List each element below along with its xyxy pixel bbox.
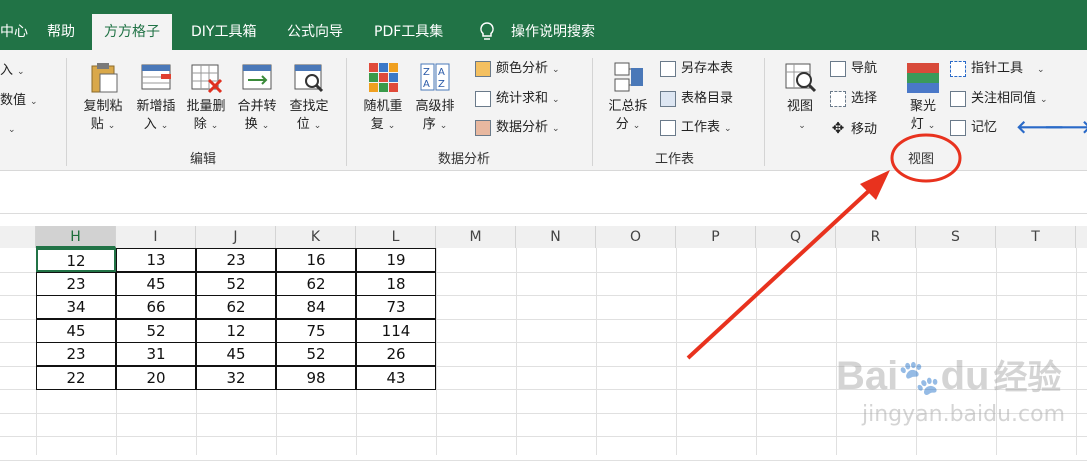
watermark-url: jingyan.baidu.com (862, 402, 1066, 427)
pointer-arrow-line (686, 186, 874, 360)
highlight-circle (890, 133, 962, 183)
watermark-logo: Bai🐾du 经验 (836, 354, 1062, 398)
